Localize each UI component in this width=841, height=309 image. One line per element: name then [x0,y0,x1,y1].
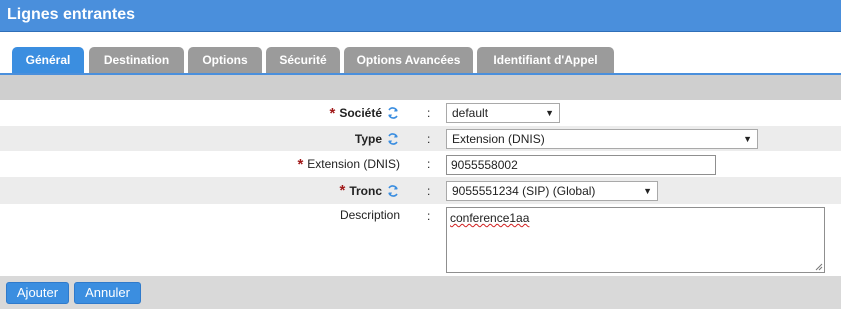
extension-input[interactable]: 9055558002 [446,155,716,175]
page-header: Lignes entrantes [0,0,841,32]
tab-options-avancees[interactable]: Options Avancées [344,47,473,73]
tronc-label-text: Tronc [349,183,382,198]
refresh-icon[interactable] [386,184,400,198]
extension-label-text: Extension (DNIS) [307,157,400,171]
row-societe: * Société : default ▼ [0,100,841,126]
refresh-icon[interactable] [386,106,400,120]
description-label-text: Description [339,208,400,222]
tab-destination[interactable]: Destination [89,47,184,73]
type-label: Type [355,126,400,151]
description-label: Description [340,204,400,226]
required-marker: * [339,182,346,199]
tab-general[interactable]: Général [12,47,84,73]
cancel-button[interactable]: Annuler [74,282,141,304]
tronc-select[interactable]: 9055551234 (SIP) (Global) ▼ [446,181,658,201]
dropdown-arrow-icon: ▼ [545,108,554,118]
description-textarea[interactable]: conference1aa [446,207,825,273]
refresh-icon[interactable] [386,132,400,146]
tab-bar: Général Destination Options Sécurité Opt… [0,32,841,73]
type-select[interactable]: Extension (DNIS) ▼ [446,129,758,149]
extension-label: * Extension (DNIS) [297,151,400,177]
colon: : [427,209,431,223]
tronc-select-value: 9055551234 (SIP) (Global) [452,184,596,198]
type-select-value: Extension (DNIS) [452,132,545,146]
form-header-bar [0,75,841,100]
page-title: Lignes entrantes [7,6,136,23]
add-button[interactable]: Ajouter [6,282,69,304]
societe-select[interactable]: default ▼ [446,103,560,123]
type-label-text: Type [354,131,382,146]
form-footer: Ajouter Annuler [0,276,841,309]
colon: : [427,157,431,171]
tronc-label: * Tronc [339,177,400,204]
resize-handle-icon[interactable] [815,263,823,271]
required-marker: * [329,104,336,122]
row-description: Description : conference1aa [0,204,841,276]
tab-securite[interactable]: Sécurité [266,47,340,73]
dropdown-arrow-icon: ▼ [643,186,652,196]
row-type: Type : Extension (DNIS) ▼ [0,126,841,151]
tab-identifiant-appel[interactable]: Identifiant d'Appel [477,47,614,73]
dropdown-arrow-icon: ▼ [743,134,752,144]
colon: : [427,184,431,198]
societe-label-text: Société [339,106,382,120]
societe-select-value: default [452,106,489,120]
tab-options[interactable]: Options [188,47,262,73]
required-marker: * [297,155,304,173]
colon: : [427,106,431,120]
row-tronc: * Tronc : 9055551234 (SIP) (Global) ▼ [0,177,841,204]
description-value: conference1aa [450,211,530,225]
row-extension: * Extension (DNIS) : 9055558002 [0,151,841,177]
colon: : [427,132,431,146]
societe-label: * Société [329,100,400,126]
